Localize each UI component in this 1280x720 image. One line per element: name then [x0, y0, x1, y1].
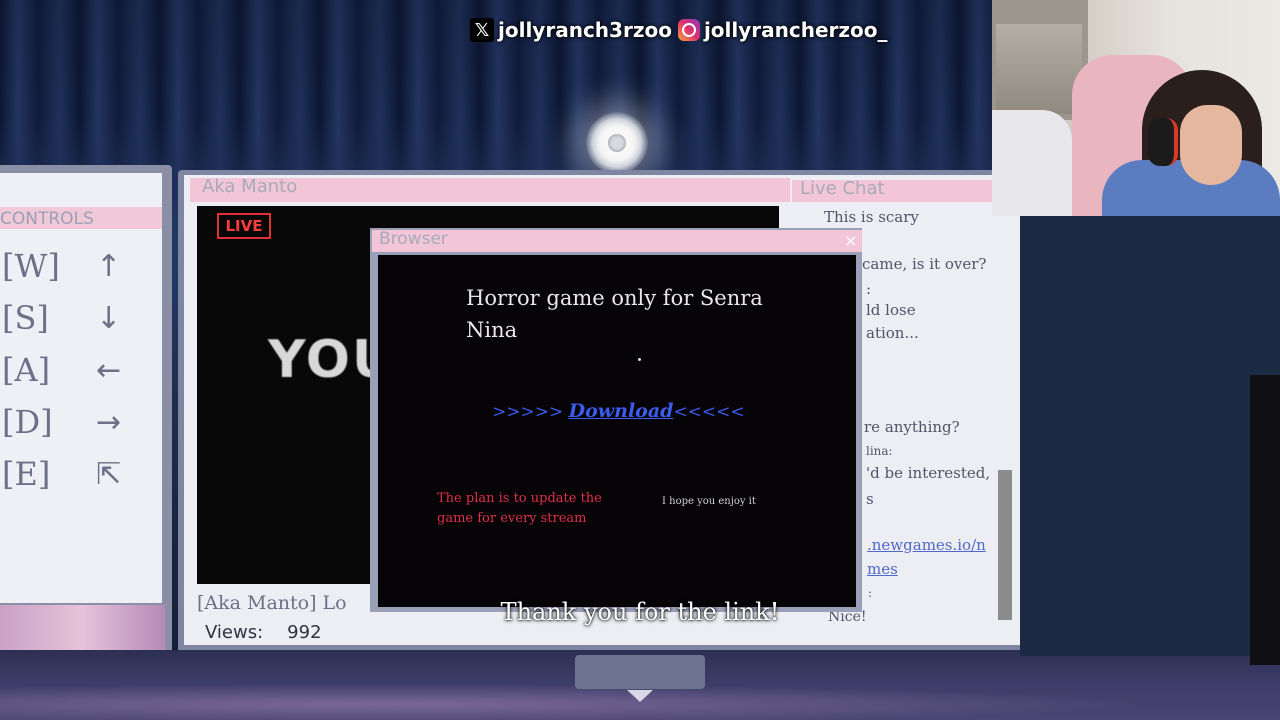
- instagram-handle: jollyrancherzoo_: [677, 18, 888, 42]
- ring-light: [586, 112, 648, 174]
- cursor-dot: [638, 358, 641, 361]
- controls-panel: CONTROLS [W] ↑ [S] ↓ [A] ← [D] → [E] ⇱: [0, 165, 172, 657]
- control-key: [E]: [2, 455, 51, 493]
- controls-title: CONTROLS: [0, 209, 94, 229]
- chat-message: lina:: [866, 444, 893, 458]
- arrow-up-icon: ↑: [96, 249, 122, 284]
- chat-scrollbar[interactable]: [998, 470, 1012, 620]
- page-headline: Horror game only for Senra Nina: [466, 286, 763, 342]
- chat-message: 'd be interested,: [866, 464, 991, 482]
- download-suffix: <<<<<: [673, 402, 745, 422]
- social-handles: 𝕏 jollyranch3rzoo jollyrancherzoo_: [470, 14, 888, 46]
- headphones-icon: [1148, 118, 1178, 166]
- chat-message: re anything?: [864, 418, 960, 436]
- control-key: [W]: [2, 247, 60, 285]
- wall-shadow: [1020, 216, 1280, 656]
- control-key: [A]: [2, 351, 51, 389]
- stream-caption: [Aka Manto] Lo: [197, 592, 347, 614]
- x-handle-text: jollyranch3rzoo: [498, 18, 672, 42]
- chat-link[interactable]: .newgames.io/n: [867, 536, 986, 554]
- chat-message: s: [866, 490, 874, 508]
- arrow-left-icon: ←: [96, 353, 122, 388]
- live-badge: LIVE: [217, 213, 271, 239]
- control-row-d: [D] →: [0, 403, 150, 443]
- plan-note: The plan is to update the game for every…: [437, 491, 602, 526]
- x-logo-icon: 𝕏: [470, 18, 494, 42]
- webcam-overlay: [992, 0, 1280, 216]
- control-row-a: [A] ←: [0, 351, 150, 391]
- cursor-click-icon: ⇱: [96, 457, 122, 492]
- views-label: Views:: [205, 622, 264, 643]
- control-row-s: [S] ↓: [0, 299, 150, 339]
- chat-link[interactable]: mes: [867, 560, 898, 578]
- dialogue-subtitle: Thank you for the link!: [500, 598, 780, 626]
- chevron-down-icon: [627, 690, 653, 702]
- control-row-w: [W] ↑: [0, 247, 150, 287]
- stream-title: Aka Manto: [202, 176, 298, 197]
- chat-message: :: [866, 280, 872, 298]
- download-link[interactable]: Download: [569, 400, 674, 422]
- browser-title: Browser: [379, 229, 448, 249]
- view-count: Views: 992: [205, 622, 322, 643]
- chat-message: :: [868, 586, 873, 600]
- views-value: 992: [287, 622, 322, 643]
- dark-object: [1250, 375, 1280, 665]
- chat-title: Live Chat: [800, 178, 885, 199]
- instagram-handle-text: jollyrancherzoo_: [703, 18, 888, 42]
- instagram-logo-icon: [677, 19, 700, 41]
- arrow-down-icon: ↓: [96, 301, 122, 336]
- x-handle: 𝕏 jollyranch3rzoo: [470, 18, 672, 42]
- arrow-right-icon: →: [96, 405, 122, 440]
- control-key: [D]: [2, 403, 53, 441]
- enjoy-note: I hope you enjoy it: [662, 496, 756, 507]
- chat-message: ation...: [866, 324, 919, 342]
- download-line: >>>>> Download<<<<<: [492, 400, 745, 422]
- monitor-stand: [575, 655, 705, 689]
- control-row-e: [E] ⇱: [0, 455, 150, 495]
- control-key: [S]: [2, 299, 49, 337]
- panel-wallpaper: [0, 605, 165, 655]
- download-prefix: >>>>>: [492, 402, 569, 422]
- chat-message: This is scary: [824, 208, 919, 226]
- close-icon[interactable]: ×: [844, 231, 857, 250]
- chat-message: ld lose: [866, 301, 916, 319]
- chat-message: came, is it over?: [862, 255, 987, 273]
